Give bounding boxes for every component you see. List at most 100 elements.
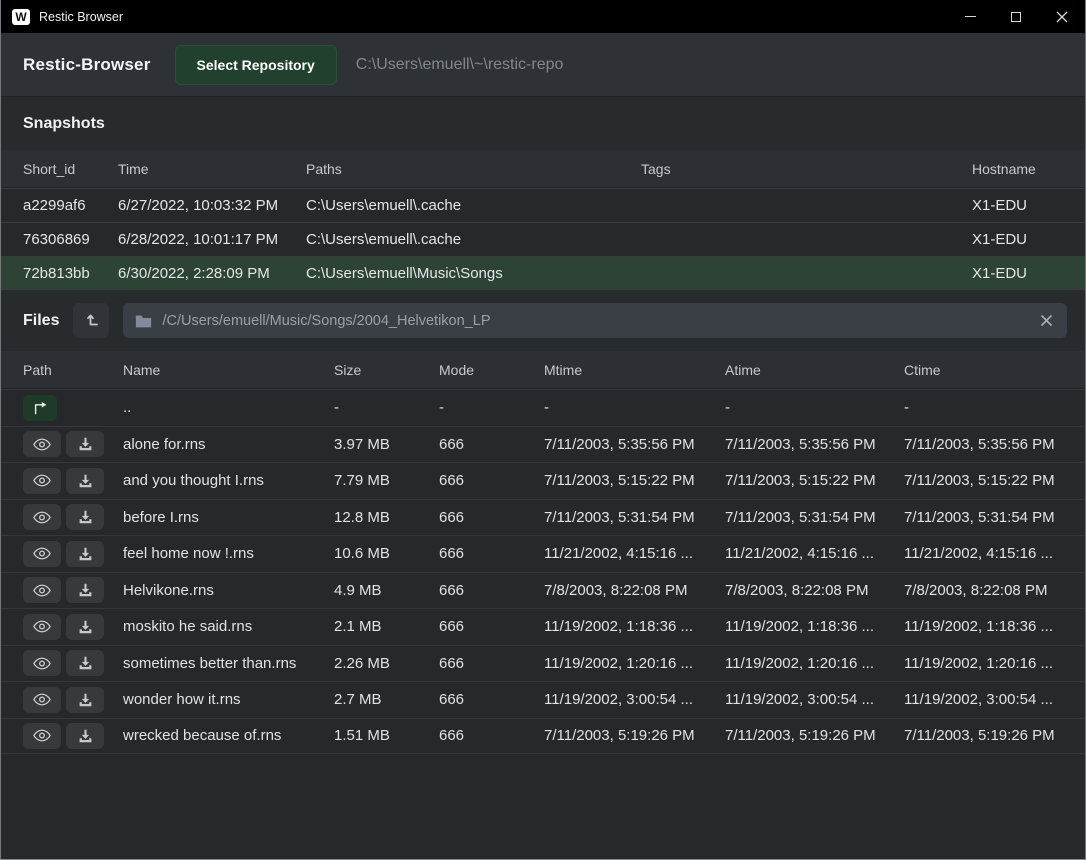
file-row[interactable]: Helvikone.rns4.9 MB6667/8/2003, 8:22:08 … xyxy=(1,572,1085,609)
maximize-icon xyxy=(1011,12,1021,22)
eye-icon xyxy=(33,438,51,451)
eye-icon xyxy=(33,693,51,706)
clear-path-button[interactable] xyxy=(1038,312,1055,329)
download-icon xyxy=(78,474,93,488)
tree-level-icon xyxy=(83,312,100,329)
row-actions xyxy=(23,650,123,676)
titlebar: W Restic Browser xyxy=(1,0,1085,33)
file-mtime: 7/11/2003, 5:31:54 PM xyxy=(544,509,725,526)
eye-icon xyxy=(33,474,51,487)
select-repository-button[interactable]: Select Repository xyxy=(175,45,337,85)
file-name: feel home now !.rns xyxy=(123,545,334,562)
minimize-button[interactable] xyxy=(947,0,993,33)
file-name: before I.rns xyxy=(123,509,334,526)
download-file-button[interactable] xyxy=(66,541,104,567)
download-file-button[interactable] xyxy=(66,723,104,749)
preview-file-button[interactable] xyxy=(23,468,61,494)
file-row[interactable]: feel home now !.rns10.6 MB666 11/21/2002,… xyxy=(1,535,1085,572)
file-size: 12.8 MB xyxy=(334,509,439,526)
file-row[interactable]: and you thought I.rns7.79 MB6667/11/2003… xyxy=(1,462,1085,499)
parent-directory-row[interactable]: ..----- xyxy=(1,389,1085,426)
file-row[interactable]: alone for.rns3.97 MB6667/11/2003, 5:35:5… xyxy=(1,426,1085,463)
download-file-button[interactable] xyxy=(66,577,104,603)
snapshot-row[interactable]: a2299af66/27/2022, 10:03:32 PMC:\Users\e… xyxy=(1,188,1085,222)
col-size: Size xyxy=(334,362,439,378)
maximize-button[interactable] xyxy=(993,0,1039,33)
app-name: Restic-Browser xyxy=(23,55,151,75)
eye-icon xyxy=(33,511,51,524)
col-time: Time xyxy=(118,161,306,177)
snapshots-table-header: Short_id Time Paths Tags Hostname xyxy=(1,150,1085,188)
col-path: Path xyxy=(23,362,123,378)
file-size: 4.9 MB xyxy=(334,582,439,599)
file-mode: - xyxy=(439,399,544,416)
col-hostname: Hostname xyxy=(972,161,1085,177)
tree-view-button[interactable] xyxy=(73,303,109,338)
preview-file-button[interactable] xyxy=(23,504,61,530)
file-mode: 666 xyxy=(439,655,544,672)
preview-file-button[interactable] xyxy=(23,541,61,567)
eye-icon xyxy=(33,729,51,742)
file-row[interactable]: wonder how it.rns2.7 MB66611/19/2002, 3:… xyxy=(1,681,1085,718)
file-mtime: 11/19/2002, 3:00:54 ... xyxy=(544,691,725,708)
file-row[interactable]: moskito he said.rns2.1 MB66611/19/2002, … xyxy=(1,608,1085,645)
file-row[interactable]: wrecked because of.rns1.51 MB6667/11/200… xyxy=(1,718,1085,755)
download-icon xyxy=(78,547,93,561)
download-icon xyxy=(78,693,93,707)
download-icon xyxy=(78,620,93,634)
col-ctime: Ctime xyxy=(904,362,1085,378)
snapshot-short_id: a2299af6 xyxy=(23,197,118,214)
file-mode: 666 xyxy=(439,618,544,635)
file-mode: 666 xyxy=(439,472,544,489)
eye-icon xyxy=(33,547,51,560)
file-mtime: 7/11/2003, 5:15:22 PM xyxy=(544,472,725,489)
download-file-button[interactable] xyxy=(66,614,104,640)
snapshot-time: 6/30/2022, 2:28:09 PM xyxy=(118,265,306,282)
eye-icon xyxy=(33,620,51,633)
preview-file-button[interactable] xyxy=(23,431,61,457)
download-file-button[interactable] xyxy=(66,687,104,713)
file-row[interactable]: sometimes better than.rns2.26 MB66611/19… xyxy=(1,645,1085,682)
files-title: Files xyxy=(23,312,59,330)
file-mode: 666 xyxy=(439,436,544,453)
file-mtime: 11/19/2002, 1:18:36 ... xyxy=(544,618,725,635)
snapshot-time: 6/28/2022, 10:01:17 PM xyxy=(118,231,306,248)
folder-icon xyxy=(135,314,152,328)
file-name: and you thought I.rns xyxy=(123,472,334,489)
file-size: 10.6 MB xyxy=(334,545,439,562)
snapshot-row[interactable]: 72b813bb6/30/2022, 2:28:09 PMC:\Users\em… xyxy=(1,256,1085,290)
go-parent-button[interactable] xyxy=(23,395,57,421)
close-button[interactable] xyxy=(1039,0,1085,33)
file-row[interactable]: before I.rns12.8 MB6667/11/2003, 5:31:54… xyxy=(1,499,1085,536)
download-file-button[interactable] xyxy=(66,431,104,457)
file-name: sometimes better than.rns xyxy=(123,655,334,672)
download-icon xyxy=(78,510,93,524)
preview-file-button[interactable] xyxy=(23,687,61,713)
row-actions xyxy=(23,541,123,567)
preview-file-button[interactable] xyxy=(23,577,61,603)
preview-file-button[interactable] xyxy=(23,723,61,749)
file-path-input[interactable]: /C/Users/emuell/Music/Songs/2004_Helveti… xyxy=(123,303,1067,338)
file-ctime: 7/8/2003, 8:22:08 PM xyxy=(904,582,1085,599)
download-file-button[interactable] xyxy=(66,650,104,676)
file-mode: 666 xyxy=(439,509,544,526)
preview-file-button[interactable] xyxy=(23,614,61,640)
preview-file-button[interactable] xyxy=(23,650,61,676)
col-mode: Mode xyxy=(439,362,544,378)
files-table-header: Path Name Size Mode Mtime Atime Ctime xyxy=(1,351,1085,389)
row-actions xyxy=(23,687,123,713)
file-path-value: /C/Users/emuell/Music/Songs/2004_Helveti… xyxy=(162,313,1028,329)
file-mode: 666 xyxy=(439,545,544,562)
wails-logo-icon: W xyxy=(12,9,30,25)
file-ctime: 11/19/2002, 1:18:36 ... xyxy=(904,618,1085,635)
snapshot-time: 6/27/2022, 10:03:32 PM xyxy=(118,197,306,214)
snapshots-section-header: Snapshots xyxy=(1,97,1085,150)
file-ctime: 11/21/2002, 4:15:16 ... xyxy=(904,545,1085,562)
download-file-button[interactable] xyxy=(66,504,104,530)
row-actions xyxy=(23,468,123,494)
file-ctime: 7/11/2003, 5:15:22 PM xyxy=(904,472,1085,489)
download-file-button[interactable] xyxy=(66,468,104,494)
snapshot-row[interactable]: 763068696/28/2022, 10:01:17 PMC:\Users\e… xyxy=(1,222,1085,256)
file-atime: 7/11/2003, 5:35:56 PM xyxy=(725,436,904,453)
snapshot-short_id: 76306869 xyxy=(23,231,118,248)
